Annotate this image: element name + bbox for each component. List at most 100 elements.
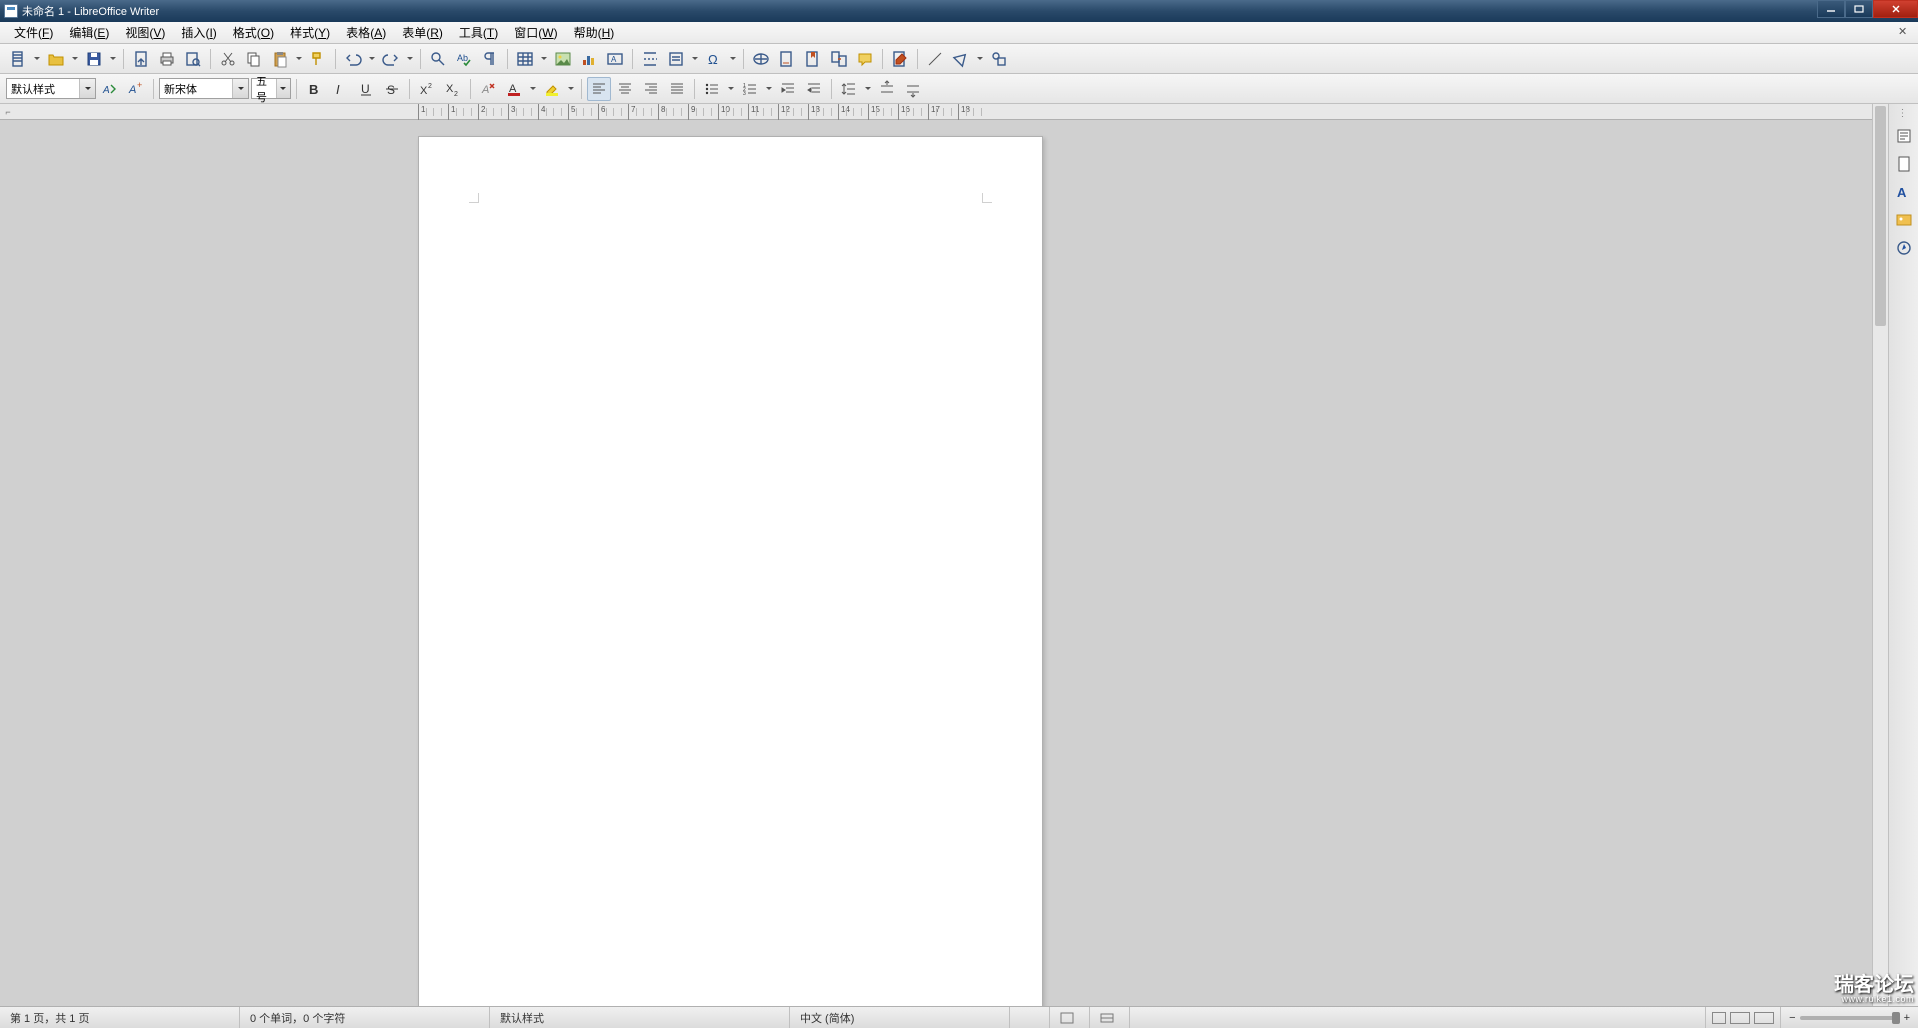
document-page[interactable] xyxy=(418,136,1043,1006)
close-button[interactable] xyxy=(1873,0,1918,18)
menu-format[interactable]: 格式(O) xyxy=(225,22,282,43)
redo-dropdown[interactable] xyxy=(405,47,415,71)
increase-para-spacing-button[interactable] xyxy=(875,77,899,101)
status-page-style[interactable]: 默认样式 xyxy=(490,1007,790,1028)
insert-field-button[interactable] xyxy=(664,47,688,71)
insert-comment-button[interactable] xyxy=(853,47,877,71)
status-language[interactable]: 中文 (简体) xyxy=(790,1007,1010,1028)
print-button[interactable] xyxy=(155,47,179,71)
font-color-dropdown[interactable] xyxy=(528,77,538,101)
font-color-button[interactable]: A xyxy=(502,77,526,101)
underline-button[interactable]: U xyxy=(354,77,378,101)
subscript-button[interactable]: X2 xyxy=(441,77,465,101)
export-pdf-button[interactable] xyxy=(129,47,153,71)
status-selection-mode[interactable] xyxy=(1050,1007,1090,1028)
font-size-combo[interactable]: 五号 xyxy=(251,78,291,99)
status-view-mode[interactable] xyxy=(1706,1007,1781,1028)
menu-file[interactable]: 文件(F) xyxy=(6,22,61,43)
menu-window[interactable]: 窗口(W) xyxy=(506,22,565,43)
single-page-icon[interactable] xyxy=(1712,1012,1726,1024)
status-signature[interactable] xyxy=(1090,1007,1130,1028)
formatting-marks-button[interactable] xyxy=(478,47,502,71)
strikethrough-button[interactable]: S xyxy=(380,77,404,101)
insert-hyperlink-button[interactable] xyxy=(749,47,773,71)
sidebar-navigator-button[interactable] xyxy=(1893,237,1915,259)
track-changes-button[interactable] xyxy=(888,47,912,71)
insert-textbox-button[interactable]: A xyxy=(603,47,627,71)
menu-table[interactable]: 表格(A) xyxy=(338,22,394,43)
align-right-button[interactable] xyxy=(639,77,663,101)
open-dropdown[interactable] xyxy=(70,47,80,71)
insert-line-button[interactable] xyxy=(923,47,947,71)
insert-cross-ref-button[interactable] xyxy=(827,47,851,71)
find-replace-button[interactable] xyxy=(426,47,450,71)
zoom-slider-thumb[interactable] xyxy=(1892,1012,1900,1024)
increase-indent-button[interactable] xyxy=(776,77,800,101)
zoom-out-icon[interactable]: − xyxy=(1789,1012,1795,1024)
insert-chart-button[interactable] xyxy=(577,47,601,71)
font-name-combo[interactable]: 新宋体 xyxy=(159,78,249,99)
redo-button[interactable] xyxy=(379,47,403,71)
bullet-list-dropdown[interactable] xyxy=(726,77,736,101)
insert-page-break-button[interactable] xyxy=(638,47,662,71)
menu-form[interactable]: 表单(R) xyxy=(394,22,451,43)
align-center-button[interactable] xyxy=(613,77,637,101)
menu-edit[interactable]: 编辑(E) xyxy=(61,22,117,43)
number-list-button[interactable]: 123 xyxy=(738,77,762,101)
undo-dropdown[interactable] xyxy=(367,47,377,71)
line-spacing-button[interactable] xyxy=(837,77,861,101)
insert-image-button[interactable] xyxy=(551,47,575,71)
insert-table-button[interactable] xyxy=(513,47,537,71)
vertical-scrollbar[interactable] xyxy=(1872,104,1888,1006)
sidebar-grip-icon[interactable]: ⋮ xyxy=(1898,108,1910,119)
menu-tools[interactable]: 工具(T) xyxy=(451,22,506,43)
sidebar-properties-button[interactable] xyxy=(1893,125,1915,147)
insert-bookmark-button[interactable] xyxy=(801,47,825,71)
sidebar-styles-button[interactable]: A xyxy=(1893,181,1915,203)
highlight-button[interactable] xyxy=(540,77,564,101)
line-spacing-dropdown[interactable] xyxy=(863,77,873,101)
highlight-dropdown[interactable] xyxy=(566,77,576,101)
basic-shapes-dropdown[interactable] xyxy=(975,47,985,71)
copy-button[interactable] xyxy=(242,47,266,71)
dropdown-arrow-icon[interactable] xyxy=(232,79,248,98)
spellcheck-button[interactable]: Ab xyxy=(452,47,476,71)
italic-button[interactable]: I xyxy=(328,77,352,101)
sidebar-gallery-button[interactable] xyxy=(1893,209,1915,231)
insert-field-dropdown[interactable] xyxy=(690,47,700,71)
paragraph-style-combo[interactable]: 默认样式 xyxy=(6,78,96,99)
open-button[interactable] xyxy=(44,47,68,71)
new-document-button[interactable] xyxy=(6,47,30,71)
undo-button[interactable] xyxy=(341,47,365,71)
update-style-button[interactable]: A xyxy=(98,77,122,101)
status-zoom[interactable]: − + xyxy=(1781,1012,1918,1024)
status-word-count[interactable]: 0 个单词，0 个字符 xyxy=(240,1007,490,1028)
cut-button[interactable] xyxy=(216,47,240,71)
status-insert-mode[interactable] xyxy=(1010,1007,1050,1028)
menu-view[interactable]: 视图(V) xyxy=(117,22,173,43)
zoom-slider[interactable] xyxy=(1800,1016,1900,1020)
minimize-button[interactable] xyxy=(1817,0,1845,18)
menu-help[interactable]: 帮助(H) xyxy=(566,22,623,43)
insert-special-char-dropdown[interactable] xyxy=(728,47,738,71)
status-page[interactable]: 第 1 页，共 1 页 xyxy=(0,1007,240,1028)
paste-dropdown[interactable] xyxy=(294,47,304,71)
basic-shapes-button[interactable] xyxy=(949,47,973,71)
decrease-indent-button[interactable] xyxy=(802,77,826,101)
close-document-button[interactable]: ✕ xyxy=(1898,25,1912,39)
insert-table-dropdown[interactable] xyxy=(539,47,549,71)
show-draw-functions-button[interactable] xyxy=(987,47,1011,71)
bold-button[interactable]: B xyxy=(302,77,326,101)
align-left-button[interactable] xyxy=(587,77,611,101)
new-style-button[interactable]: A+ xyxy=(124,77,148,101)
menu-insert[interactable]: 插入(I) xyxy=(173,22,224,43)
clone-formatting-button[interactable] xyxy=(306,47,330,71)
dropdown-arrow-icon[interactable] xyxy=(79,79,95,98)
print-preview-button[interactable] xyxy=(181,47,205,71)
save-dropdown[interactable] xyxy=(108,47,118,71)
align-justify-button[interactable] xyxy=(665,77,689,101)
clear-formatting-button[interactable]: A xyxy=(476,77,500,101)
dropdown-arrow-icon[interactable] xyxy=(276,79,290,98)
insert-special-char-button[interactable]: Ω xyxy=(702,47,726,71)
bullet-list-button[interactable] xyxy=(700,77,724,101)
